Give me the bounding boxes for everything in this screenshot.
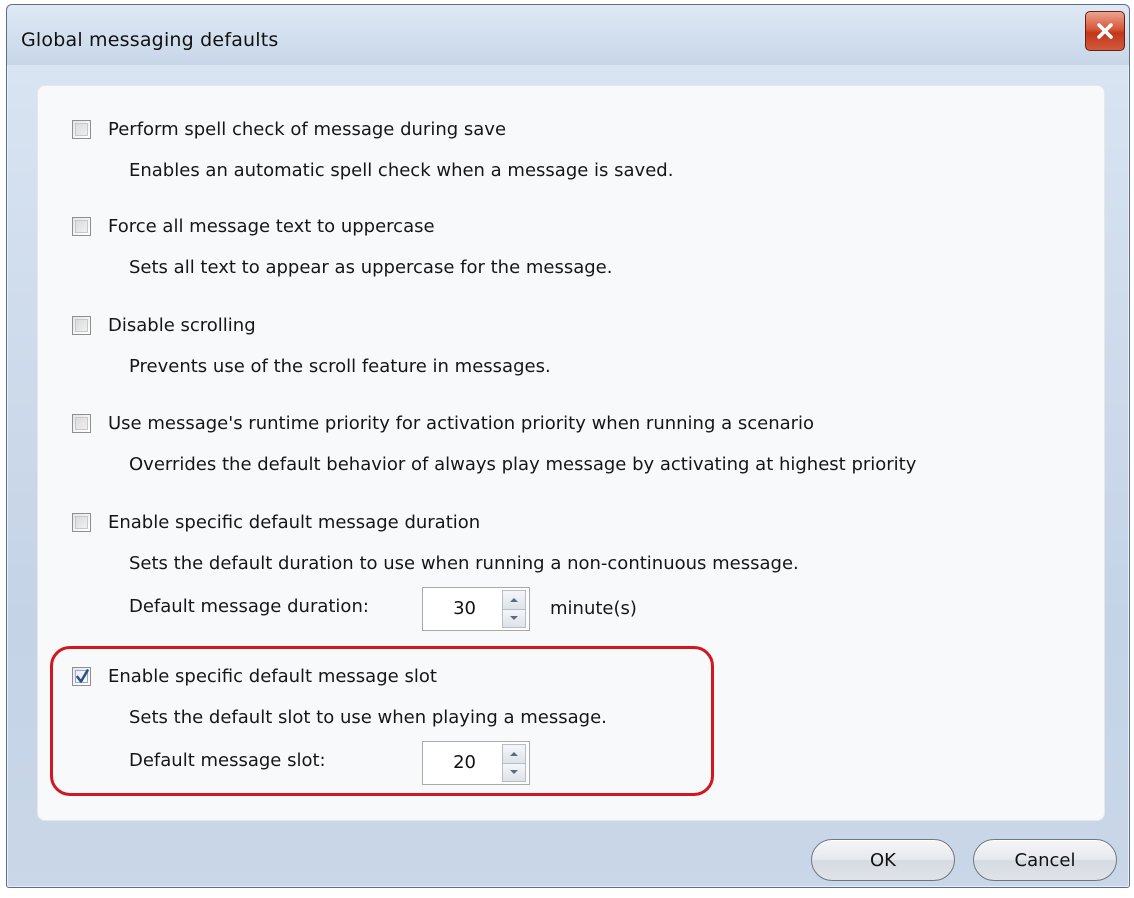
slot-spin-buttons xyxy=(502,744,526,782)
down-arrow-icon xyxy=(510,770,518,775)
duration-decrement-button[interactable] xyxy=(502,609,526,628)
option-runtime-priority: Use message's runtime priority for activ… xyxy=(72,410,916,475)
slot-label[interactable]: Enable specific default message slot xyxy=(108,666,437,687)
spell-check-description: Enables an automatic spell check when a … xyxy=(129,160,674,181)
slot-field-row: Default message slot: xyxy=(129,738,607,782)
duration-field-label: Default message duration: xyxy=(129,595,369,617)
ok-button[interactable]: OK xyxy=(811,839,955,881)
disable-scrolling-checkbox[interactable] xyxy=(72,315,91,335)
dialog-window: Global messaging defaults Perform spell … xyxy=(6,4,1130,888)
up-arrow-icon xyxy=(510,597,518,602)
slot-spinner[interactable]: 20 xyxy=(422,741,530,785)
spell-check-checkbox[interactable] xyxy=(72,119,91,139)
slot-field-label: Default message slot: xyxy=(129,749,326,771)
slot-description: Sets the default slot to use when playin… xyxy=(129,707,607,728)
slot-value[interactable]: 20 xyxy=(423,742,502,784)
title-bar[interactable]: Global messaging defaults xyxy=(7,5,1129,65)
duration-checkbox[interactable] xyxy=(72,512,91,532)
uppercase-label[interactable]: Force all message text to uppercase xyxy=(108,216,435,237)
uppercase-checkbox[interactable] xyxy=(72,216,91,236)
runtime-priority-description: Overrides the default behavior of always… xyxy=(129,454,917,475)
runtime-priority-label[interactable]: Use message's runtime priority for activ… xyxy=(108,413,814,434)
option-spell-check: Perform spell check of message during sa… xyxy=(72,116,673,181)
up-arrow-icon xyxy=(510,751,518,756)
duration-unit: minute(s) xyxy=(550,598,637,619)
disable-scrolling-label[interactable]: Disable scrolling xyxy=(108,315,256,336)
duration-increment-button[interactable] xyxy=(502,590,526,610)
option-uppercase: Force all message text to uppercase Sets… xyxy=(72,213,612,278)
duration-spin-buttons xyxy=(502,590,526,628)
dialog-title: Global messaging defaults xyxy=(21,29,279,51)
slot-checkbox[interactable] xyxy=(72,666,91,686)
duration-spinner[interactable]: 30 xyxy=(422,587,530,631)
slot-increment-button[interactable] xyxy=(502,744,526,764)
close-icon xyxy=(1097,23,1113,39)
runtime-priority-checkbox[interactable] xyxy=(72,413,91,433)
option-disable-scrolling: Disable scrolling Prevents use of the sc… xyxy=(72,312,551,377)
slot-decrement-button[interactable] xyxy=(502,763,526,782)
duration-label[interactable]: Enable specific default message duration xyxy=(108,512,480,533)
disable-scrolling-description: Prevents use of the scroll feature in me… xyxy=(129,356,551,377)
cancel-button[interactable]: Cancel xyxy=(973,839,1117,881)
down-arrow-icon xyxy=(510,616,518,621)
close-button[interactable] xyxy=(1085,11,1125,51)
duration-description: Sets the default duration to use when ru… xyxy=(129,553,799,574)
duration-value[interactable]: 30 xyxy=(423,588,502,630)
options-panel: Perform spell check of message during sa… xyxy=(37,85,1105,821)
uppercase-description: Sets all text to appear as uppercase for… xyxy=(129,257,613,278)
checkmark-icon xyxy=(76,668,89,683)
spell-check-label[interactable]: Perform spell check of message during sa… xyxy=(108,119,506,140)
